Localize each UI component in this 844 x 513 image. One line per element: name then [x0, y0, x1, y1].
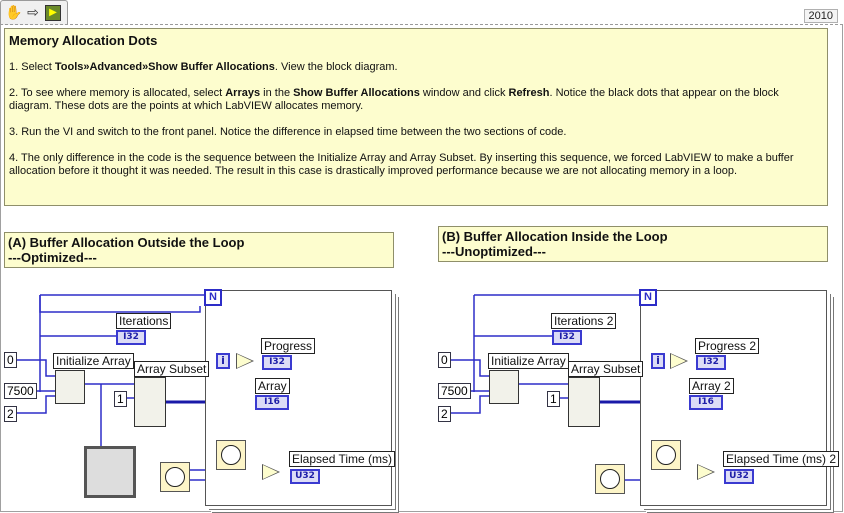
subtract-b — [697, 464, 715, 480]
const-size-b[interactable]: 7500 — [438, 383, 471, 399]
const-size-a[interactable]: 7500 — [4, 383, 37, 399]
initialize-array-node-a[interactable] — [55, 370, 85, 404]
array-label-b: Array 2 — [689, 378, 734, 394]
elapsed-label-a: Elapsed Time (ms) — [289, 451, 396, 467]
initialize-array-label-b: Initialize Array — [488, 353, 569, 369]
progress-indicator-b[interactable]: I32 — [696, 355, 726, 370]
subtract-a — [262, 464, 280, 480]
tick-count-inside-a[interactable] — [216, 440, 246, 470]
array-subset-label-a: Array Subset — [134, 361, 210, 377]
iterations-indicator-b[interactable]: I32 — [552, 330, 582, 345]
convert-a — [236, 353, 254, 369]
tick-count-outside-b[interactable] — [595, 464, 625, 494]
tick-count-inside-b[interactable] — [651, 440, 681, 470]
tick-count-outside-a[interactable] — [160, 462, 190, 492]
array-indicator-b[interactable]: I16 — [689, 395, 723, 410]
const-two-a[interactable]: 2 — [4, 406, 17, 422]
const-two-b[interactable]: 2 — [438, 406, 451, 422]
array-subset-node-a[interactable] — [134, 377, 166, 427]
const-one-b[interactable]: 1 — [547, 391, 560, 407]
loop-count-b[interactable]: N — [639, 289, 657, 306]
const-zero-b[interactable]: 0 — [438, 352, 451, 368]
iterations-label-a: Iterations — [116, 313, 172, 329]
convert-b — [670, 353, 688, 369]
initialize-array-label-a: Initialize Array — [53, 353, 134, 369]
array-label-a: Array — [255, 378, 290, 394]
loop-index-b: i — [651, 353, 665, 369]
progress-label-b: Progress 2 — [695, 338, 760, 354]
iterations-indicator-a[interactable]: I32 — [116, 330, 146, 345]
loop-count-a[interactable]: N — [204, 289, 222, 306]
elapsed-indicator-b[interactable]: U32 — [724, 469, 754, 484]
array-indicator-a[interactable]: I16 — [255, 395, 289, 410]
loop-index-a: i — [216, 353, 230, 369]
sequence-frame-a[interactable] — [84, 446, 136, 498]
const-one-a[interactable]: 1 — [114, 391, 127, 407]
array-subset-node-b[interactable] — [568, 377, 600, 427]
initialize-array-node-b[interactable] — [489, 370, 519, 404]
array-subset-label-b: Array Subset — [568, 361, 644, 377]
elapsed-label-b: Elapsed Time (ms) 2 — [723, 451, 840, 467]
progress-label-a: Progress — [261, 338, 316, 354]
elapsed-indicator-a[interactable]: U32 — [290, 469, 320, 484]
iterations-label-b: Iterations 2 — [551, 313, 617, 329]
progress-indicator-a[interactable]: I32 — [262, 355, 292, 370]
const-zero-a[interactable]: 0 — [4, 352, 17, 368]
